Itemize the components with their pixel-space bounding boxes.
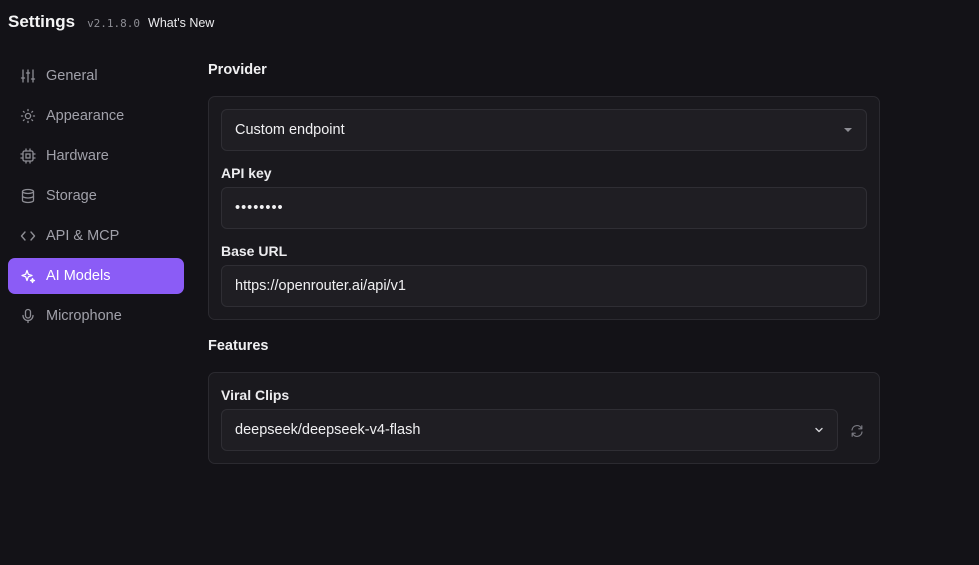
sidebar-item-label: AI Models — [46, 268, 111, 284]
sidebar-item-label: Storage — [46, 188, 97, 204]
sun-icon — [20, 108, 36, 124]
refresh-icon[interactable] — [850, 424, 864, 438]
sidebar-item-label: General — [46, 68, 98, 84]
base-url-input[interactable]: https://openrouter.ai/api/v1 — [221, 265, 867, 307]
code-icon — [20, 228, 36, 244]
viral-clips-model-select[interactable]: deepseek/deepseek-v4-flash — [221, 409, 838, 451]
settings-sidebar: General Appearance Hardware Storage API … — [8, 58, 184, 338]
provider-select[interactable]: Custom endpoint — [221, 109, 867, 151]
provider-select-value: Custom endpoint — [235, 122, 345, 138]
settings-header: Settings v2.1.8.0 What's New — [8, 12, 214, 32]
sidebar-item-api-mcp[interactable]: API & MCP — [8, 218, 184, 254]
sidebar-item-ai-models[interactable]: AI Models — [8, 258, 184, 294]
features-card: Viral Clips deepseek/deepseek-v4-flash — [208, 372, 880, 464]
base-url-value: https://openrouter.ai/api/v1 — [235, 278, 406, 294]
caret-down-icon — [844, 128, 852, 132]
sidebar-item-microphone[interactable]: Microphone — [8, 298, 184, 334]
sidebar-item-label: API & MCP — [46, 228, 120, 244]
api-key-label: API key — [221, 165, 272, 181]
sliders-icon — [20, 68, 36, 84]
viral-clips-label: Viral Clips — [221, 387, 290, 403]
sidebar-item-storage[interactable]: Storage — [8, 178, 184, 214]
sidebar-item-hardware[interactable]: Hardware — [8, 138, 184, 174]
whats-new-link[interactable]: What's New — [148, 16, 214, 30]
sidebar-item-label: Microphone — [46, 308, 122, 324]
provider-section-title: Provider — [208, 62, 267, 78]
viral-clips-model-value: deepseek/deepseek-v4-flash — [235, 422, 421, 438]
database-icon — [20, 188, 36, 204]
sparkles-icon — [20, 268, 36, 284]
chevron-down-icon — [815, 427, 823, 433]
api-key-value: •••••••• — [235, 200, 284, 216]
sidebar-item-label: Hardware — [46, 148, 109, 164]
sidebar-item-general[interactable]: General — [8, 58, 184, 94]
features-section-title: Features — [208, 338, 269, 354]
sidebar-item-appearance[interactable]: Appearance — [8, 98, 184, 134]
cpu-icon — [20, 148, 36, 164]
page-title: Settings — [8, 12, 76, 31]
api-key-input[interactable]: •••••••• — [221, 187, 867, 229]
base-url-label: Base URL — [221, 243, 288, 259]
microphone-icon — [20, 308, 36, 324]
sidebar-item-label: Appearance — [46, 108, 125, 124]
provider-card: Custom endpoint API key •••••••• Base UR… — [208, 96, 880, 320]
version-label: v2.1.8.0 — [87, 17, 141, 30]
